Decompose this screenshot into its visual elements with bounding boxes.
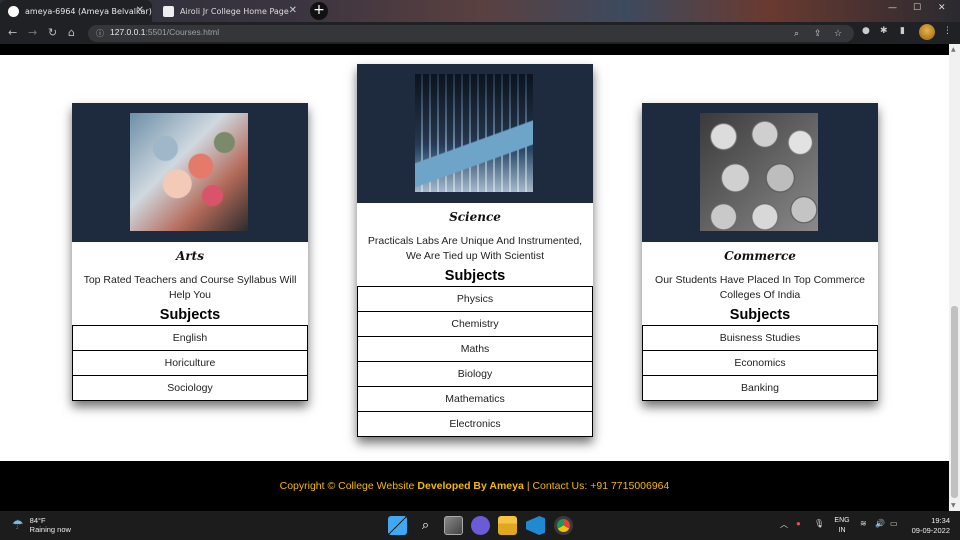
- weather-temperature: 84°F: [29, 516, 46, 525]
- scrollbar-thumb[interactable]: [951, 306, 958, 498]
- card-header: [72, 103, 308, 242]
- sidebar-icon[interactable]: ▮: [900, 26, 905, 36]
- show-hidden-icons-chevron-icon[interactable]: ︿: [780, 519, 788, 530]
- arts-image: [130, 113, 248, 231]
- profile-avatar[interactable]: [919, 24, 935, 40]
- subject-item[interactable]: Electronics: [357, 411, 593, 437]
- subject-item[interactable]: Economics: [642, 350, 878, 376]
- card-header: [642, 103, 878, 242]
- umbrella-rain-icon: ☂: [12, 517, 24, 533]
- new-tab-button[interactable]: +: [310, 2, 328, 20]
- subjects-heading: Subjects: [159, 307, 221, 323]
- tab-title: Airoli Jr College Home Page: [180, 6, 289, 16]
- windows-taskbar: ☂ 84°F Raining now ⌕ ︿ ● 🎙 ENG IN ≋ 🔊 ▭ …: [0, 511, 960, 540]
- subject-item[interactable]: Physics: [357, 286, 593, 312]
- reload-icon[interactable]: ↻: [48, 25, 57, 41]
- close-icon[interactable]: ✕: [136, 5, 144, 16]
- bookmark-star-icon[interactable]: ☆: [834, 29, 842, 39]
- file-explorer-icon[interactable]: [498, 516, 517, 535]
- share-icon[interactable]: ⇪: [814, 29, 822, 39]
- course-description: Our Students Have Placed In Top Commerce…: [655, 274, 865, 301]
- address-bar[interactable]: ⓘ 127.0.0.1:5501/Courses.html ⌕ ⇪ ☆: [88, 25, 854, 42]
- extension-icon[interactable]: ●: [862, 26, 870, 36]
- scroll-up-icon[interactable]: ▲: [951, 46, 956, 53]
- copyright-text: Copyright © College Website: [279, 480, 415, 492]
- close-window-icon[interactable]: ✕: [938, 3, 946, 13]
- app-tray-icon[interactable]: ●: [796, 519, 801, 528]
- course-title: Science: [449, 210, 501, 224]
- course-title: Commerce: [724, 249, 796, 263]
- maximize-icon[interactable]: ☐: [913, 3, 921, 13]
- subject-item[interactable]: Horiculture: [72, 350, 308, 376]
- vscode-icon[interactable]: [526, 516, 545, 535]
- search-icon[interactable]: ⌕: [416, 516, 435, 535]
- subjects-heading: Subjects: [729, 307, 791, 323]
- web-page: Arts Top Rated Teachers and Course Sylla…: [0, 44, 949, 511]
- battery-icon[interactable]: ▭: [890, 519, 898, 528]
- subject-item[interactable]: Mathematics: [357, 386, 593, 412]
- chrome-icon[interactable]: [554, 516, 573, 535]
- teams-chat-icon[interactable]: [471, 516, 490, 535]
- science-lab-image: [415, 74, 533, 192]
- page-scrollbar[interactable]: ▲ ▼: [949, 44, 960, 511]
- developer-credit: Developed By Ameya: [417, 480, 524, 492]
- menu-icon[interactable]: ⋮: [943, 26, 952, 36]
- weather-status: Raining now: [29, 525, 71, 534]
- subject-item[interactable]: Sociology: [72, 375, 308, 401]
- volume-icon[interactable]: 🔊: [875, 519, 885, 528]
- subject-item[interactable]: English: [72, 325, 308, 351]
- close-icon[interactable]: ✕: [289, 5, 297, 16]
- course-card-science: Science Practicals Labs Are Unique And I…: [357, 64, 593, 437]
- minimize-icon[interactable]: —: [888, 3, 897, 13]
- course-card-arts: Arts Top Rated Teachers and Course Sylla…: [72, 103, 308, 401]
- home-icon[interactable]: ⌂: [68, 25, 75, 41]
- course-description: Practicals Labs Are Unique And Instrumen…: [367, 235, 583, 262]
- microphone-icon[interactable]: 🎙: [814, 519, 824, 528]
- scroll-down-icon[interactable]: ▼: [951, 502, 956, 509]
- wifi-icon[interactable]: ≋: [860, 519, 867, 528]
- tab-title: ameya-6964 (Ameya Belvalkar): [25, 6, 152, 16]
- task-view-icon[interactable]: [444, 516, 463, 535]
- contact-text: | Contact Us: +91 7715006964: [526, 480, 670, 492]
- course-description: Top Rated Teachers and Course Syllabus W…: [83, 274, 297, 301]
- extensions-puzzle-icon[interactable]: ✱: [880, 26, 888, 36]
- header-band: [0, 44, 949, 55]
- weather-widget[interactable]: ☂ 84°F Raining now: [12, 516, 71, 534]
- forward-icon[interactable]: →: [28, 25, 37, 41]
- page-footer: Copyright © College Website Developed By…: [0, 461, 949, 511]
- coins-image: [700, 113, 818, 231]
- subject-item[interactable]: Biology: [357, 361, 593, 387]
- browser-toolbar: ← → ↻ ⌂ ⓘ 127.0.0.1:5501/Courses.html ⌕ …: [0, 22, 960, 44]
- subjects-heading: Subjects: [444, 268, 506, 284]
- card-header: [357, 64, 593, 203]
- system-clock[interactable]: 19:34 09-09-2022: [904, 516, 950, 536]
- subject-item[interactable]: Buisness Studies: [642, 325, 878, 351]
- course-title: Arts: [176, 249, 204, 263]
- back-icon[interactable]: ←: [8, 25, 17, 41]
- zoom-icon[interactable]: ⌕: [794, 29, 799, 39]
- info-icon[interactable]: ⓘ: [96, 28, 106, 38]
- tab-college-home[interactable]: Airoli Jr College Home Page ✕: [155, 0, 305, 22]
- subject-item[interactable]: Banking: [642, 375, 878, 401]
- subject-item[interactable]: Maths: [357, 336, 593, 362]
- language-indicator[interactable]: ENG IN: [832, 516, 852, 536]
- course-card-commerce: Commerce Our Students Have Placed In Top…: [642, 103, 878, 401]
- tab-github[interactable]: ameya-6964 (Ameya Belvalkar) ✕: [0, 0, 152, 22]
- browser-tab-strip: ameya-6964 (Ameya Belvalkar) ✕ Airoli Jr…: [0, 0, 960, 22]
- url-text: 127.0.0.1:5501/Courses.html: [110, 27, 220, 37]
- page-icon: [163, 5, 174, 17]
- windows-start-icon[interactable]: [388, 516, 407, 535]
- github-icon: [8, 5, 19, 17]
- subject-item[interactable]: Chemistry: [357, 311, 593, 337]
